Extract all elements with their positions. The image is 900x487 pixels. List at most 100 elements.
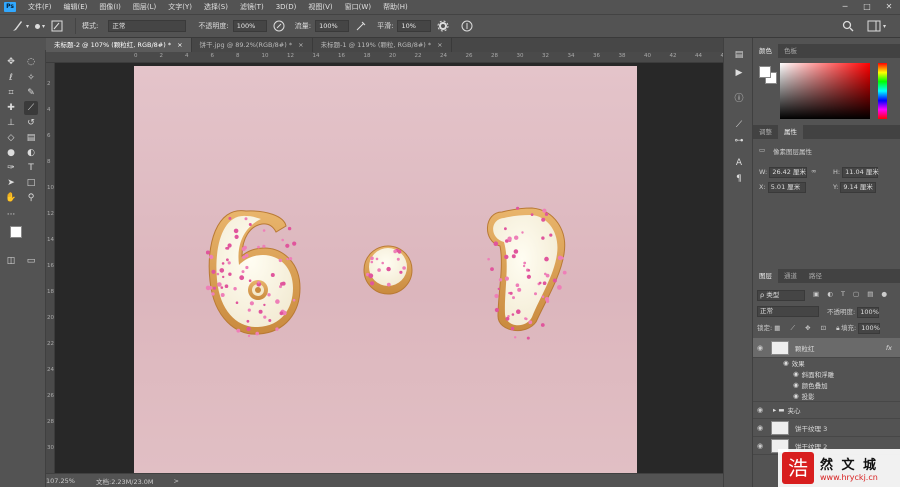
gradient-tool-icon[interactable]: ▤ <box>24 131 38 145</box>
actions-play-icon[interactable]: ▶ <box>732 66 746 80</box>
tab-adjustments[interactable]: 调整 <box>753 125 778 139</box>
menu-type[interactable]: 文字(Y) <box>162 0 198 14</box>
search-icon[interactable] <box>842 20 854 32</box>
tab-layers[interactable]: 图层 <box>753 269 778 283</box>
quick-mask-icon[interactable]: ◫ <box>4 254 18 268</box>
menu-window[interactable]: 窗口(W) <box>339 0 377 14</box>
brush-settings-icon[interactable] <box>51 20 63 32</box>
crop-tool-icon[interactable]: ⌗ <box>4 86 18 100</box>
info-icon[interactable]: ⓘ <box>732 92 746 106</box>
dodge-tool-icon[interactable]: ◐ <box>24 146 38 160</box>
blend-mode-select[interactable]: 正常 <box>757 306 819 317</box>
visibility-eye-icon[interactable]: ◉ <box>753 344 767 352</box>
menu-image[interactable]: 图像(I) <box>93 0 127 14</box>
eraser-icon[interactable]: ◇ <box>4 131 18 145</box>
maximize-button[interactable]: □ <box>856 0 878 14</box>
tab-close-icon[interactable]: × <box>298 41 303 49</box>
fill-input[interactable]: 100% <box>858 323 881 334</box>
brush-size-picker[interactable]: ▾ <box>35 23 45 30</box>
clone-stamp-icon[interactable]: ⊥ <box>4 116 18 130</box>
lock-icons[interactable]: ▦ ⟋ ✥ ⊡ 🔒︎ <box>774 324 843 332</box>
y-input[interactable]: 9.14 厘米 <box>840 182 877 193</box>
tab-color[interactable]: 颜色 <box>753 44 778 58</box>
tab-document-1[interactable]: 未标题-2 @ 107% (颗粒红, RGB/8#) * × <box>46 38 192 52</box>
link-icon[interactable]: ∞ <box>811 167 816 175</box>
zoom-tool-icon[interactable]: ⚲ <box>24 191 38 205</box>
effect-eye-icon[interactable]: ◉ <box>793 370 799 378</box>
tab-close-icon[interactable]: × <box>437 41 442 49</box>
healing-brush-icon[interactable]: ✚ <box>4 101 18 115</box>
airbrush-icon[interactable] <box>355 20 367 32</box>
color-field[interactable] <box>780 63 870 119</box>
menu-filter[interactable]: 滤镜(T) <box>234 0 270 14</box>
width-input[interactable]: 26.42 厘米 <box>769 167 808 178</box>
pressure-opacity-icon[interactable] <box>273 20 285 32</box>
menu-edit[interactable]: 编辑(E) <box>58 0 94 14</box>
brush-tool-icon[interactable]: ▾ <box>10 19 29 33</box>
more-tools-icon[interactable]: ··· <box>4 208 18 222</box>
blur-tool-icon[interactable]: ● <box>4 146 18 160</box>
close-button[interactable]: ✕ <box>878 0 900 14</box>
effect-bevel-row[interactable]: ◉ 斜面和浮雕 <box>753 368 900 379</box>
layer-group-row[interactable]: ◉ ▸ ▬ 夹心 <box>753 401 900 419</box>
hand-tool-icon[interactable]: ✋ <box>4 191 18 205</box>
type-tool-icon[interactable]: T <box>24 161 38 175</box>
tab-properties[interactable]: 属性 <box>778 125 803 139</box>
foreground-swatch[interactable] <box>759 66 771 78</box>
menu-3d[interactable]: 3D(D) <box>270 0 303 14</box>
hue-slider[interactable] <box>878 63 887 119</box>
opacity-input[interactable]: 100% <box>232 20 267 32</box>
minimize-button[interactable]: ─ <box>834 0 856 14</box>
layer-filter-icons[interactable]: ▣ ◐ T ▢ ▤ ● <box>813 290 890 298</box>
tab-close-icon[interactable]: × <box>177 41 182 49</box>
menu-file[interactable]: 文件(F) <box>22 0 58 14</box>
fx-icon[interactable]: fx <box>886 344 892 352</box>
rectangle-tool-icon[interactable]: □ <box>24 176 38 190</box>
history-icon[interactable]: ▤ <box>732 48 746 62</box>
path-selection-icon[interactable]: ➤ <box>4 176 18 190</box>
screen-mode-icon[interactable]: ▭ <box>24 254 38 268</box>
effect-color-overlay-row[interactable]: ◉ 颜色叠加 <box>753 379 900 390</box>
effect-eye-icon[interactable]: ◉ <box>783 359 789 367</box>
marquee-tool-icon[interactable]: ◌ <box>24 55 38 69</box>
brush-tool-icon[interactable]: ⟋ <box>24 101 38 115</box>
tab-paths[interactable]: 路径 <box>803 269 828 283</box>
height-input[interactable]: 11.04 厘米 <box>842 167 879 178</box>
workspace-icon[interactable]: ▾ <box>867 20 886 32</box>
effect-eye-icon[interactable]: ◉ <box>793 392 799 400</box>
move-tool-icon[interactable]: ✥ <box>4 55 18 69</box>
tab-document-2[interactable]: 饼干.jpg @ 89.2%(RGB/8#) * × <box>192 38 313 52</box>
status-menu-arrow[interactable]: > <box>174 477 179 485</box>
tab-channels[interactable]: 通道 <box>778 269 803 283</box>
paragraph-icon[interactable]: ¶ <box>732 172 746 186</box>
adjustments-icon[interactable]: ⊶ <box>732 134 746 148</box>
effect-drop-shadow-row[interactable]: ◉ 投影 <box>753 390 900 401</box>
lasso-tool-icon[interactable]: ℓ <box>4 71 18 85</box>
pen-tool-icon[interactable]: ✑ <box>4 161 18 175</box>
character-icon[interactable]: A <box>732 156 746 170</box>
flow-input[interactable]: 100% <box>315 20 350 32</box>
magic-wand-icon[interactable]: ✧ <box>24 71 38 85</box>
document-canvas[interactable] <box>134 66 637 473</box>
eyedropper-icon[interactable]: ✎ <box>24 86 38 100</box>
visibility-eye-icon[interactable]: ◉ <box>753 424 767 432</box>
layer-row-selected[interactable]: ◉ 颗粒红 fx <box>753 338 900 358</box>
zoom-level[interactable]: 107.25% <box>46 477 86 485</box>
history-brush-icon[interactable]: ↺ <box>24 116 38 130</box>
visibility-eye-icon[interactable]: ◉ <box>753 406 767 414</box>
brush-settings-panel-icon[interactable]: ⟋ <box>732 118 746 132</box>
mode-select[interactable]: 正常 <box>108 20 187 32</box>
effects-row[interactable]: ◉ 效果 <box>753 358 900 368</box>
visibility-eye-icon[interactable]: ◉ <box>753 442 767 450</box>
foreground-color-swatch[interactable] <box>10 226 22 238</box>
pressure-size-icon[interactable] <box>461 20 473 32</box>
x-input[interactable]: 5.01 厘米 <box>767 182 806 193</box>
menu-select[interactable]: 选择(S) <box>198 0 234 14</box>
menu-help[interactable]: 帮助(H) <box>377 0 414 14</box>
menu-layer[interactable]: 图层(L) <box>127 0 162 14</box>
layer-filter-select[interactable]: ρ 类型 <box>757 290 805 301</box>
effect-eye-icon[interactable]: ◉ <box>793 381 799 389</box>
tab-swatches[interactable]: 色板 <box>778 44 803 58</box>
menu-view[interactable]: 视图(V) <box>302 0 338 14</box>
gear-icon[interactable] <box>437 20 449 32</box>
